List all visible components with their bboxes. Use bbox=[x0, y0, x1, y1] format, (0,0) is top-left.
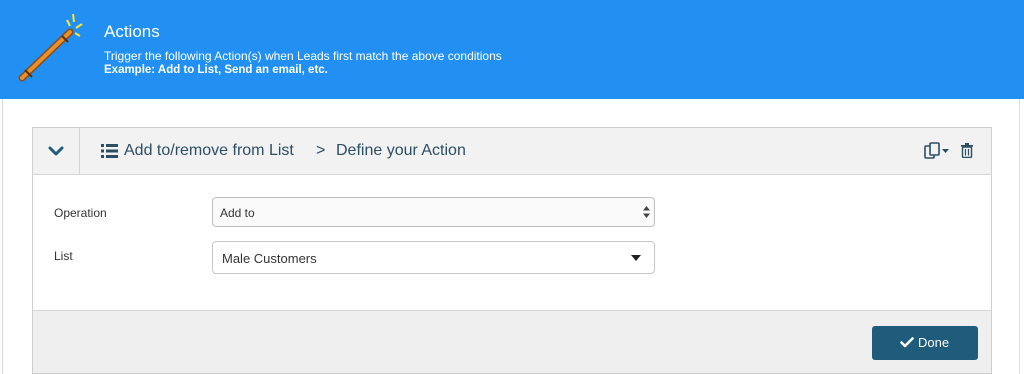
up-down-arrows-icon bbox=[643, 206, 650, 218]
section-example: Example: Add to List, Send an email, etc… bbox=[104, 64, 328, 76]
list-select[interactable]: Male Customers bbox=[212, 241, 655, 274]
list-label: List bbox=[54, 249, 73, 263]
trash-icon[interactable] bbox=[961, 143, 973, 158]
action-card: Add to/remove from List > Define your Ac… bbox=[32, 127, 992, 374]
check-icon bbox=[900, 337, 914, 348]
caret-down-icon bbox=[631, 255, 641, 261]
operation-label: Operation bbox=[54, 206, 107, 220]
chevron-down-icon bbox=[48, 146, 64, 156]
breadcrumb-separator: > bbox=[316, 142, 326, 159]
action-card-footer: Done bbox=[33, 310, 991, 373]
list-value: Male Customers bbox=[222, 251, 317, 266]
list-icon bbox=[101, 144, 118, 158]
operation-select[interactable]: Add to bbox=[212, 197, 655, 227]
done-button[interactable]: Done bbox=[872, 326, 978, 360]
breadcrumb-step: Define your Action bbox=[336, 142, 466, 159]
collapse-button[interactable] bbox=[33, 128, 80, 174]
action-card-header: Add to/remove from List > Define your Ac… bbox=[33, 128, 991, 175]
magic-wand-icon bbox=[18, 13, 83, 82]
breadcrumb-action-type[interactable]: Add to/remove from List bbox=[124, 142, 294, 160]
done-button-label: Done bbox=[918, 335, 950, 350]
copy-icon[interactable] bbox=[924, 142, 950, 160]
section-title: Actions bbox=[104, 22, 160, 41]
section-description: Trigger the following Action(s) when Lea… bbox=[104, 49, 502, 63]
caret-down-icon bbox=[942, 149, 949, 153]
actions-header: Actions Trigger the following Action(s) … bbox=[0, 0, 1024, 99]
operation-value: Add to bbox=[220, 206, 255, 220]
